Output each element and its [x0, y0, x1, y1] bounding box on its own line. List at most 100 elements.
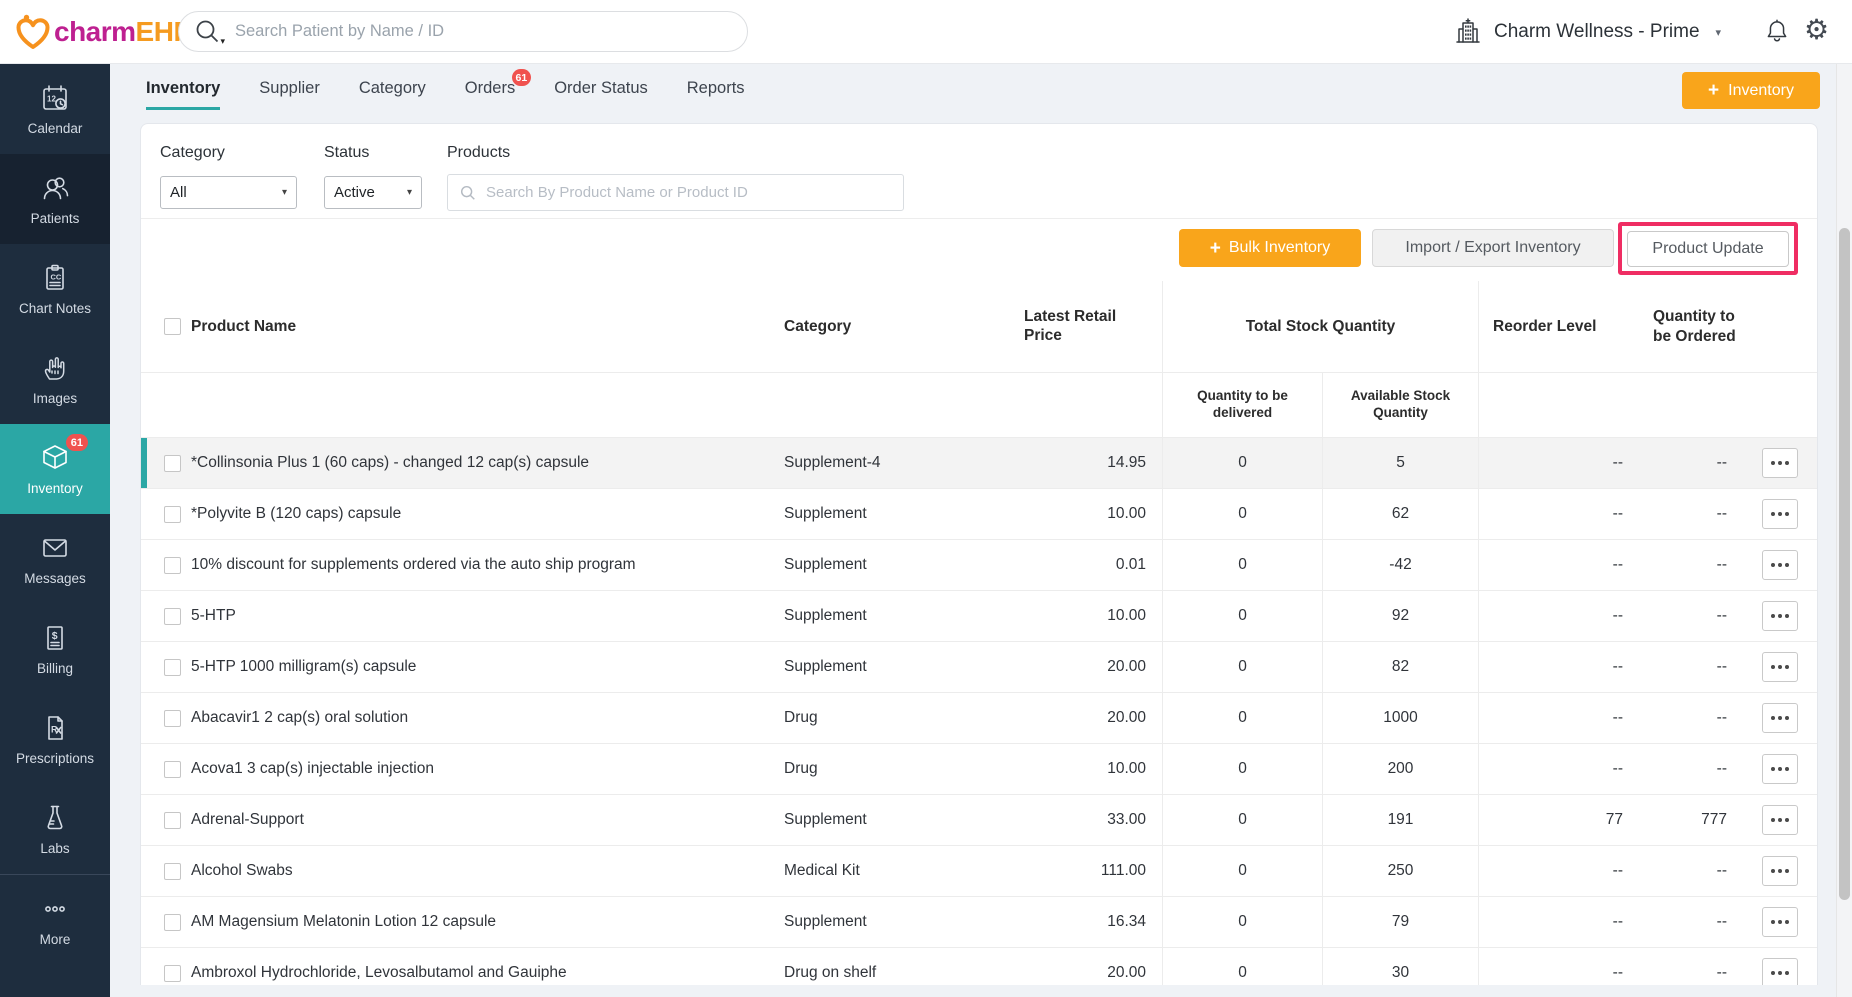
- row-actions-button[interactable]: [1762, 601, 1798, 631]
- row-checkbox[interactable]: [164, 863, 181, 880]
- sidebar-item-prescriptions[interactable]: R Prescriptions: [0, 694, 110, 784]
- row-checkbox[interactable]: [164, 557, 181, 574]
- sidebar-item-label: Patients: [31, 211, 80, 226]
- available-stock-quantity-cell: 79: [1323, 897, 1479, 947]
- sidebar-item-images[interactable]: Images: [0, 334, 110, 424]
- row-checkbox[interactable]: [164, 914, 181, 931]
- row-checkbox[interactable]: [164, 965, 181, 982]
- product-name-cell: Abacavir1 2 cap(s) oral solution: [191, 693, 784, 743]
- sidebar-item-messages[interactable]: Messages: [0, 514, 110, 604]
- row-actions-button[interactable]: [1762, 703, 1798, 733]
- table-row[interactable]: AM Magensium Melatonin Lotion 12 capsule…: [141, 897, 1818, 948]
- row-checkbox[interactable]: [164, 812, 181, 829]
- settings-gear-icon[interactable]: ⚙: [1804, 13, 1829, 46]
- quantity-to-be-ordered-cell: --: [1633, 540, 1741, 590]
- row-actions-cell: [1741, 897, 1818, 947]
- table-row[interactable]: *Collinsonia Plus 1 (60 caps) - changed …: [141, 438, 1818, 489]
- ellipsis-icon: [1771, 665, 1775, 669]
- row-checkbox[interactable]: [164, 608, 181, 625]
- table-row[interactable]: *Polyvite B (120 caps) capsule Supplemen…: [141, 489, 1818, 540]
- scrollbar-thumb[interactable]: [1839, 228, 1850, 900]
- row-actions-cell: [1741, 591, 1818, 641]
- sidebar-item-patients[interactable]: Patients: [0, 154, 110, 244]
- sidebar-item-calendar[interactable]: 12 Calendar: [0, 64, 110, 154]
- search-icon: ▾: [193, 17, 223, 47]
- latest-retail-price-cell: 111.00: [1016, 846, 1163, 896]
- patient-search-input[interactable]: [235, 22, 733, 41]
- tab-category[interactable]: Category: [359, 64, 426, 112]
- content-panel: Category Status Products All ▾ Active ▾ …: [140, 123, 1818, 985]
- charm-logo: charmEHR: [14, 12, 193, 52]
- chart-notes-icon: CC: [39, 262, 71, 294]
- category-select[interactable]: All ▾: [160, 176, 297, 209]
- tab-inventory[interactable]: Inventory: [146, 64, 220, 112]
- product-name-header: Product Name: [191, 281, 784, 372]
- tab-label: Order Status: [554, 79, 648, 98]
- row-actions-button[interactable]: [1762, 754, 1798, 784]
- row-checkbox[interactable]: [164, 659, 181, 676]
- category-cell: Supplement: [784, 540, 1016, 590]
- tab-reports[interactable]: Reports: [687, 64, 745, 112]
- reorder-level-header: Reorder Level: [1479, 281, 1633, 372]
- sidebar-item-label: Images: [33, 391, 77, 406]
- row-checkbox[interactable]: [164, 455, 181, 472]
- table-row[interactable]: 5-HTP Supplement 10.00 0 92 -- --: [141, 591, 1818, 642]
- sidebar-item-chart-notes[interactable]: CC Chart Notes: [0, 244, 110, 334]
- row-checkbox[interactable]: [164, 761, 181, 778]
- sidebar-item-label: Chart Notes: [19, 301, 91, 316]
- row-actions-button[interactable]: [1762, 550, 1798, 580]
- category-cell: Drug on shelf: [784, 948, 1016, 985]
- sidebar-item-more[interactable]: More: [0, 875, 110, 965]
- row-checkbox-cell: [141, 438, 191, 488]
- row-actions-button[interactable]: [1762, 448, 1798, 478]
- latest-retail-price-cell: 20.00: [1016, 948, 1163, 985]
- row-checkbox-cell: [141, 693, 191, 743]
- table-row[interactable]: Abacavir1 2 cap(s) oral solution Drug 20…: [141, 693, 1818, 744]
- category-cell: Supplement: [784, 795, 1016, 845]
- tab-order-status[interactable]: Order Status: [554, 64, 648, 112]
- row-actions-button[interactable]: [1762, 958, 1798, 985]
- quantity-to-be-delivered-cell: 0: [1163, 540, 1323, 590]
- table-row[interactable]: Ambroxol Hydrochloride, Levosalbutamol a…: [141, 948, 1818, 985]
- tab-supplier[interactable]: Supplier: [259, 64, 320, 112]
- quantity-to-be-delivered-cell: 0: [1163, 591, 1323, 641]
- status-select[interactable]: Active ▾: [324, 176, 422, 209]
- calendar-icon: 12: [39, 82, 71, 114]
- row-actions-cell: [1741, 693, 1818, 743]
- add-inventory-button[interactable]: + Inventory: [1682, 72, 1820, 109]
- row-actions-button[interactable]: [1762, 907, 1798, 937]
- sidebar-item-inventory[interactable]: 61 Inventory: [0, 424, 110, 514]
- select-all-checkbox[interactable]: [164, 318, 181, 335]
- row-actions-button[interactable]: [1762, 805, 1798, 835]
- row-actions-button[interactable]: [1762, 499, 1798, 529]
- row-checkbox[interactable]: [164, 506, 181, 523]
- table-row[interactable]: Acova1 3 cap(s) injectable injection Dru…: [141, 744, 1818, 795]
- table-row[interactable]: 10% discount for supplements ordered via…: [141, 540, 1818, 591]
- product-name-cell: Ambroxol Hydrochloride, Levosalbutamol a…: [191, 948, 784, 985]
- clinic-building-icon: [1452, 16, 1484, 48]
- practice-selector[interactable]: Charm Wellness - Prime ▾: [1452, 0, 1721, 64]
- tab-orders[interactable]: Orders 61: [465, 64, 515, 112]
- ellipsis-icon: [1771, 869, 1775, 873]
- sidebar-item-labs[interactable]: Labs: [0, 784, 110, 874]
- table-row[interactable]: Adrenal-Support Supplement 33.00 0 191 7…: [141, 795, 1818, 846]
- row-actions-button[interactable]: [1762, 856, 1798, 886]
- row-actions-button[interactable]: [1762, 652, 1798, 682]
- table-row[interactable]: Alcohol Swabs Medical Kit 111.00 0 250 -…: [141, 846, 1818, 897]
- reorder-level-cell: --: [1479, 540, 1633, 590]
- row-checkbox[interactable]: [164, 710, 181, 727]
- notifications-bell-icon[interactable]: [1762, 17, 1792, 47]
- product-search-input[interactable]: [486, 184, 892, 201]
- table-row[interactable]: 5-HTP 1000 milligram(s) capsule Suppleme…: [141, 642, 1818, 693]
- bulk-inventory-button[interactable]: + Bulk Inventory: [1179, 229, 1361, 267]
- row-actions-cell: [1741, 540, 1818, 590]
- row-checkbox-cell: [141, 744, 191, 794]
- scrollbar-track[interactable]: [1836, 64, 1852, 997]
- import-export-inventory-button[interactable]: Import / Export Inventory: [1372, 229, 1614, 267]
- tab-label: Orders: [465, 79, 515, 98]
- product-update-button[interactable]: Product Update: [1627, 231, 1789, 267]
- sidebar-item-label: Calendar: [28, 121, 83, 136]
- row-actions-cell: [1741, 642, 1818, 692]
- quantity-to-be-delivered-header: Quantity to be delivered: [1163, 373, 1323, 437]
- sidebar-item-billing[interactable]: $ Billing: [0, 604, 110, 694]
